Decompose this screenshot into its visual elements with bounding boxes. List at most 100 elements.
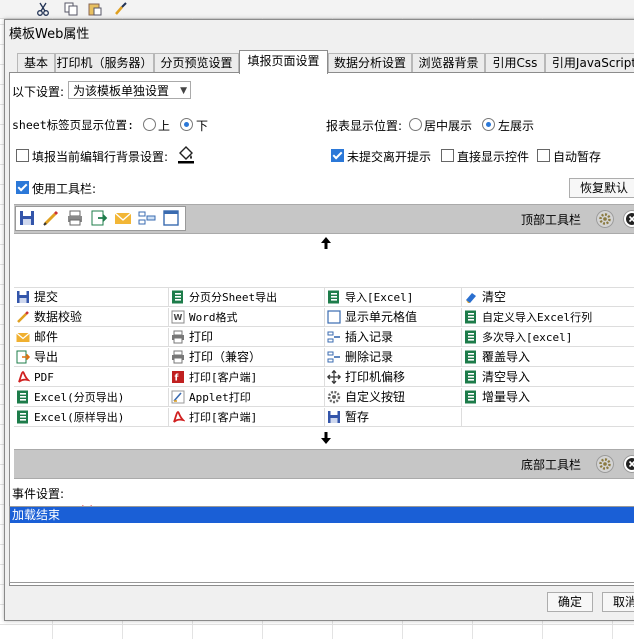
- toolbar-option-18[interactable]: 打印机偏移: [325, 368, 462, 387]
- toolbar-option-1[interactable]: 分页分Sheet导出: [169, 288, 325, 307]
- print-icon: [172, 330, 184, 344]
- tab-browser-background[interactable]: 浏览器背景: [412, 53, 485, 73]
- tab-data-analysis[interactable]: 数据分析设置: [328, 53, 412, 73]
- cell-icon: [327, 310, 341, 324]
- toolbar-option-7[interactable]: 自定义导入Excel行列: [462, 308, 634, 327]
- event-item-load-end[interactable]: 加载结束: [10, 507, 634, 523]
- arrow-down-icon[interactable]: [320, 431, 332, 445]
- toolbar-option-label: 邮件: [34, 330, 59, 344]
- format-brush-icon[interactable]: [114, 2, 128, 16]
- toolbar-option-16[interactable]: PDF: [14, 368, 169, 387]
- cancel-button[interactable]: 取消: [602, 592, 634, 612]
- restore-default-button[interactable]: 恢复默认: [569, 178, 634, 198]
- toolbar-option-11[interactable]: 多次导入[excel]: [462, 328, 634, 347]
- toolbar-option-5[interactable]: W Word格式: [169, 308, 325, 327]
- delete-row-icon: [327, 351, 340, 363]
- toolbar-option-label: 清空: [482, 290, 507, 304]
- cut-icon[interactable]: [36, 2, 50, 16]
- toolbar-option-24[interactable]: Excel(原样导出): [14, 408, 169, 427]
- tab-page-preview[interactable]: 分页预览设置: [154, 53, 239, 73]
- event-list: 加载结束: [9, 506, 634, 583]
- tab-fill-page-settings[interactable]: 填报页面设置: [239, 50, 328, 74]
- svg-text:f: f: [175, 374, 179, 384]
- toolbar-option-20[interactable]: Excel(分页导出): [14, 388, 169, 407]
- toolbar-option-23[interactable]: 增量导入: [462, 388, 634, 407]
- insert-row-icon: [138, 211, 156, 225]
- fill-bg-label: 填报当前编辑行背景设置:: [32, 150, 169, 164]
- close-icon[interactable]: [623, 455, 634, 473]
- arrow-up-icon[interactable]: [320, 236, 332, 250]
- tab-basic[interactable]: 基本: [17, 53, 55, 73]
- toolbar-option-26[interactable]: 暂存: [325, 408, 462, 427]
- tab-css[interactable]: 引用Css: [485, 53, 545, 73]
- dialog-title: 模板Web属性: [9, 27, 90, 42]
- toolbar-option-label: 导出: [34, 350, 59, 364]
- scope-select[interactable]: 为该模板单独设置 ▼: [68, 81, 191, 99]
- applet-icon: [171, 390, 185, 404]
- bottom-toolbar-bar: 底部工具栏: [14, 449, 634, 479]
- svg-text:W: W: [174, 313, 183, 322]
- toolbar-option-15[interactable]: 覆盖导入: [462, 348, 634, 367]
- copy-icon[interactable]: [64, 2, 78, 16]
- sheet-pos-up-label: 上: [158, 119, 171, 133]
- toolbar-option-label: 增量导入: [482, 390, 531, 404]
- toolbar-option-13[interactable]: 打印（兼容）: [169, 348, 325, 367]
- toolbar-option-12[interactable]: 导出: [14, 348, 169, 367]
- toolbar-option-2[interactable]: 导入[Excel]: [325, 288, 462, 307]
- toolbar-option-21[interactable]: Applet打印: [169, 388, 325, 407]
- direct-widget-checkbox[interactable]: [441, 149, 454, 162]
- mail-icon: [114, 212, 132, 224]
- insert-row-icon: [327, 331, 340, 343]
- toolbar-option-label: 数据校验: [34, 310, 83, 324]
- auto-save-checkbox[interactable]: [537, 149, 550, 162]
- gear-icon[interactable]: [596, 210, 614, 228]
- toolbar-option-8[interactable]: 邮件: [14, 328, 169, 347]
- toolbar-option-label: 提交: [34, 290, 59, 304]
- toolbar-option-3[interactable]: 清空: [462, 288, 634, 307]
- export-icon: [91, 210, 108, 226]
- toolbar-option-label: 打印（兼容）: [189, 350, 262, 364]
- toolbar-option-4[interactable]: 数据校验: [14, 308, 169, 327]
- paste-icon[interactable]: [88, 2, 102, 16]
- template-web-properties-dialog: 模板Web属性 基本 打印机（服务器） 分页预览设置 填报页面设置 数据分析设置…: [4, 19, 634, 621]
- toolbar-option-6[interactable]: 显示单元格值: [325, 308, 462, 327]
- sheet-pos-down-radio[interactable]: [180, 118, 193, 131]
- top-toolbar-preview[interactable]: [15, 206, 186, 231]
- toolbar-option-label: Excel(原样导出): [34, 411, 125, 424]
- toolbar-option-label: 插入记录: [345, 330, 394, 344]
- toolbar-option-label: 多次导入[excel]: [482, 331, 573, 344]
- gear-icon: [327, 390, 341, 404]
- toolbar-option-25[interactable]: 打印[客户端]: [169, 408, 325, 427]
- report-pos-center-radio[interactable]: [409, 118, 422, 131]
- toolbar-option-9[interactable]: 打印: [169, 328, 325, 347]
- word-icon: W: [171, 310, 185, 324]
- toolbar-option-14[interactable]: 删除记录: [325, 348, 462, 367]
- excel-icon: [465, 390, 476, 404]
- close-icon[interactable]: [623, 210, 634, 228]
- top-toolbar-label: 顶部工具栏: [521, 213, 582, 227]
- paint-bucket-icon[interactable]: [176, 144, 196, 164]
- unsubmitted-checkbox[interactable]: [331, 149, 344, 162]
- tab-printer-server[interactable]: 打印机（服务器）: [55, 53, 154, 73]
- gear-icon[interactable]: [596, 455, 614, 473]
- ok-button[interactable]: 确定: [547, 592, 593, 612]
- event-settings-label: 事件设置:: [12, 487, 65, 501]
- report-pos-left-radio[interactable]: [482, 118, 495, 131]
- fill-bg-checkbox[interactable]: [16, 149, 29, 162]
- toolbar-option-0[interactable]: 提交: [14, 288, 169, 307]
- toolbar-option-10[interactable]: 插入记录: [325, 328, 462, 347]
- toolbar-option-22[interactable]: 自定义按钮: [325, 388, 462, 407]
- sheet-pos-up-radio[interactable]: [143, 118, 156, 131]
- use-toolbar-checkbox[interactable]: [16, 181, 29, 194]
- tab-javascript[interactable]: 引用JavaScript: [545, 53, 634, 73]
- toolbar-option-19[interactable]: 清空导入: [462, 368, 634, 387]
- toolbar-option-label: Applet打印: [189, 391, 251, 404]
- direct-widget-label: 直接显示控件: [457, 150, 530, 164]
- auto-save-label: 自动暂存: [553, 150, 602, 164]
- toolbar-option-label: 覆盖导入: [482, 350, 531, 364]
- mail-icon: [16, 332, 30, 342]
- toolbar-option-label: 显示单元格值: [345, 310, 418, 324]
- toolbar-option-label: 导入[Excel]: [345, 291, 414, 304]
- toolbar-button-grid: 提交 分页分Sheet导出 导入[Excel] 清空数据校验 W Word格式 显示单元格值…: [14, 287, 634, 427]
- toolbar-option-17[interactable]: f 打印[客户端]: [169, 368, 325, 387]
